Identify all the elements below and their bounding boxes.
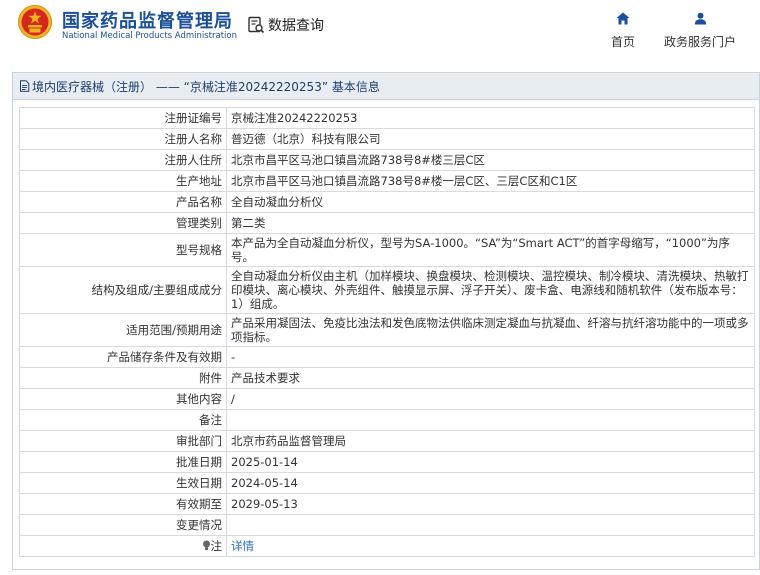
- document-icon: [20, 80, 30, 92]
- row-value: 产品采用凝固法、免疫比浊法和发色底物法供临床测定凝血与抗凝血、纤溶与抗纤溶功能中…: [226, 313, 755, 347]
- data-query-label: 数据查询: [268, 18, 324, 34]
- row-value: 全自动凝血分析仪: [226, 191, 755, 213]
- org-name-en: National Medical Products Administration: [62, 31, 237, 41]
- note-value: 详情: [226, 535, 755, 557]
- table-row: 审批部门 北京市药品监督管理局: [19, 430, 755, 452]
- nav-gov-portal-label: 政务服务门户: [663, 35, 736, 49]
- user-icon: [694, 12, 706, 25]
- nav-gov-portal[interactable]: 政务服务门户: [661, 10, 739, 50]
- nav-home[interactable]: 首页: [608, 10, 638, 50]
- row-key: 批准日期: [19, 451, 227, 473]
- row-value: 第二类: [226, 212, 755, 234]
- panel-title-bar: 境内医疗器械（注册） —— “京械注准20242220253” 基本信息: [13, 73, 759, 100]
- data-query-link[interactable]: 数据查询: [247, 15, 324, 35]
- national-emblem-icon: [18, 5, 52, 39]
- table-row: 批准日期 2025-01-14: [19, 451, 755, 473]
- site-header: 国家药品监督管理局 National Medical Products Admi…: [0, 0, 760, 68]
- note-key: 注: [19, 535, 227, 557]
- org-name-cn: 国家药品监督管理局: [62, 11, 233, 32]
- row-value: 北京市药品监督管理局: [226, 430, 755, 452]
- row-key: 管理类别: [19, 212, 227, 234]
- row-value: 全自动凝血分析仪由主机（加样模块、换盘模块、检测模块、温控模块、制冷模块、清洗模…: [226, 266, 755, 314]
- row-value: 本产品为全自动凝血分析仪，型号为SA-1000。“SA”为“Smart ACT”…: [226, 233, 755, 267]
- row-key: 附件: [19, 367, 227, 389]
- table-row: 其他内容 /: [19, 388, 755, 410]
- row-value: /: [226, 388, 755, 410]
- row-value: 北京市昌平区马池口镇昌流路738号8#楼一层C区、三层C区和C1区: [226, 170, 755, 192]
- nav-home-label: 首页: [610, 35, 635, 49]
- row-value: [226, 409, 755, 431]
- note-row: 注 详情: [19, 535, 755, 557]
- row-key: 型号规格: [19, 233, 227, 267]
- table-row: 管理类别 第二类: [19, 212, 755, 234]
- row-value: 2024-05-14: [226, 472, 755, 494]
- row-value: 普迈德（北京）科技有限公司: [226, 128, 755, 150]
- row-value: 产品技术要求: [226, 367, 755, 389]
- table-row: 变更情况: [19, 514, 755, 536]
- home-icon: [616, 12, 630, 25]
- table-row: 型号规格 本产品为全自动凝血分析仪，型号为SA-1000。“SA”为“Smart…: [19, 233, 755, 267]
- table-row: 备注: [19, 409, 755, 431]
- row-key: 生效日期: [19, 472, 227, 494]
- table-row: 适用范围/预期用途 产品采用凝固法、免疫比浊法和发色底物法供临床测定凝血与抗凝血…: [19, 313, 755, 347]
- info-table: 注册证编号 京械注准20242220253 注册人名称 普迈德（北京）科技有限公…: [19, 107, 755, 557]
- table-row: 产品名称 全自动凝血分析仪: [19, 191, 755, 213]
- table-row: 注册人住所 北京市昌平区马池口镇昌流路738号8#楼三层C区: [19, 149, 755, 171]
- row-key: 注册证编号: [19, 107, 227, 129]
- table-row: 产品储存条件及有效期 -: [19, 346, 755, 368]
- row-value: 2029-05-13: [226, 493, 755, 515]
- row-key: 注册人名称: [19, 128, 227, 150]
- details-link[interactable]: 详情: [231, 539, 254, 553]
- row-key: 其他内容: [19, 388, 227, 410]
- table-row: 结构及组成/主要组成成分 全自动凝血分析仪由主机（加样模块、换盘模块、检测模块、…: [19, 266, 755, 314]
- row-key: 适用范围/预期用途: [19, 313, 227, 347]
- row-key: 产品名称: [19, 191, 227, 213]
- row-value: 2025-01-14: [226, 451, 755, 473]
- row-key: 结构及组成/主要组成成分: [19, 266, 227, 314]
- device-info-panel: 境内医疗器械（注册） —— “京械注准20242220253” 基本信息 注册证…: [12, 72, 760, 570]
- row-key: 生产地址: [19, 170, 227, 192]
- row-key: 审批部门: [19, 430, 227, 452]
- table-row: 注册人名称 普迈德（北京）科技有限公司: [19, 128, 755, 150]
- data-query-icon: [248, 16, 265, 34]
- table-row: 生效日期 2024-05-14: [19, 472, 755, 494]
- row-value: 京械注准20242220253: [226, 107, 755, 129]
- bulb-icon: [202, 540, 210, 550]
- table-row: 附件 产品技术要求: [19, 367, 755, 389]
- row-value: 北京市昌平区马池口镇昌流路738号8#楼三层C区: [226, 149, 755, 171]
- row-key: 变更情况: [19, 514, 227, 536]
- panel-title: 境内医疗器械（注册） —— “京械注准20242220253” 基本信息: [32, 79, 380, 94]
- row-key: 产品储存条件及有效期: [19, 346, 227, 368]
- table-row: 有效期至 2029-05-13: [19, 493, 755, 515]
- note-key-label: 注: [210, 539, 223, 553]
- row-key: 注册人住所: [19, 149, 227, 171]
- row-key: 有效期至: [19, 493, 227, 515]
- row-value: [226, 514, 755, 536]
- table-row: 注册证编号 京械注准20242220253: [19, 107, 755, 129]
- row-key: 备注: [19, 409, 227, 431]
- row-value: -: [226, 346, 755, 368]
- table-row: 生产地址 北京市昌平区马池口镇昌流路738号8#楼一层C区、三层C区和C1区: [19, 170, 755, 192]
